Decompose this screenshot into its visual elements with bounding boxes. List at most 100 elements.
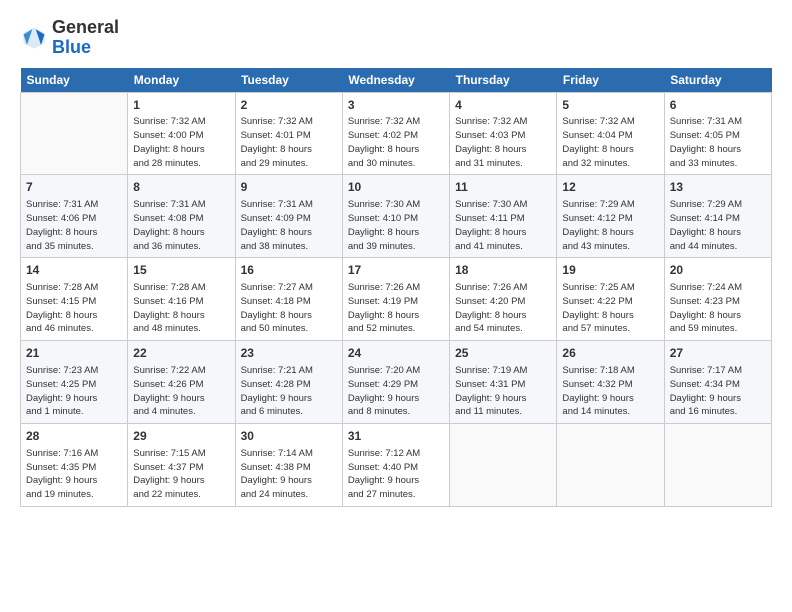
day-number: 28 <box>26 428 122 445</box>
day-info: Sunrise: 7:30 AM Sunset: 4:11 PM Dayligh… <box>455 198 551 253</box>
header-cell-friday: Friday <box>557 68 664 93</box>
day-info: Sunrise: 7:19 AM Sunset: 4:31 PM Dayligh… <box>455 364 551 419</box>
day-info: Sunrise: 7:21 AM Sunset: 4:28 PM Dayligh… <box>241 364 337 419</box>
day-info: Sunrise: 7:20 AM Sunset: 4:29 PM Dayligh… <box>348 364 444 419</box>
day-number: 14 <box>26 262 122 279</box>
week-row-3: 14 Sunrise: 7:28 AM Sunset: 4:15 PM Dayli… <box>21 258 772 341</box>
day-info: Sunrise: 7:32 AM Sunset: 4:04 PM Dayligh… <box>562 115 658 170</box>
calendar-cell: 22 Sunrise: 7:22 AM Sunset: 4:26 PM Dayli… <box>128 341 235 424</box>
day-number: 31 <box>348 428 444 445</box>
day-info: Sunrise: 7:22 AM Sunset: 4:26 PM Dayligh… <box>133 364 229 419</box>
day-info: Sunrise: 7:28 AM Sunset: 4:15 PM Dayligh… <box>26 281 122 336</box>
week-row-2: 7 Sunrise: 7:31 AM Sunset: 4:06 PM Daylig… <box>21 175 772 258</box>
day-info: Sunrise: 7:26 AM Sunset: 4:20 PM Dayligh… <box>455 281 551 336</box>
calendar-cell <box>664 424 771 507</box>
calendar-cell: 18 Sunrise: 7:26 AM Sunset: 4:20 PM Dayli… <box>450 258 557 341</box>
week-row-4: 21Sunrise: 7:23 AM Sunset: 4:25 PM Dayli… <box>21 341 772 424</box>
day-number: 23 <box>241 345 337 362</box>
header-cell-wednesday: Wednesday <box>342 68 449 93</box>
day-number: 17 <box>348 262 444 279</box>
calendar-cell: 12Sunrise: 7:29 AM Sunset: 4:12 PM Dayli… <box>557 175 664 258</box>
day-info: Sunrise: 7:15 AM Sunset: 4:37 PM Dayligh… <box>133 447 229 502</box>
day-number: 26 <box>562 345 658 362</box>
week-row-5: 28 Sunrise: 7:16 AM Sunset: 4:35 PM Dayli… <box>21 424 772 507</box>
day-number: 18 <box>455 262 551 279</box>
header-cell-saturday: Saturday <box>664 68 771 93</box>
logo-icon <box>20 24 48 52</box>
day-number: 11 <box>455 179 551 196</box>
calendar-cell: 14 Sunrise: 7:28 AM Sunset: 4:15 PM Dayli… <box>21 258 128 341</box>
header: General Blue <box>20 18 772 58</box>
calendar-cell: 17 Sunrise: 7:26 AM Sunset: 4:19 PM Dayli… <box>342 258 449 341</box>
calendar-cell: 15 Sunrise: 7:28 AM Sunset: 4:16 PM Dayli… <box>128 258 235 341</box>
calendar-cell: 1Sunrise: 7:32 AM Sunset: 4:00 PM Daylig… <box>128 92 235 175</box>
day-info: Sunrise: 7:16 AM Sunset: 4:35 PM Dayligh… <box>26 447 122 502</box>
calendar-cell: 25 Sunrise: 7:19 AM Sunset: 4:31 PM Dayli… <box>450 341 557 424</box>
day-number: 9 <box>241 179 337 196</box>
calendar-cell: 31 Sunrise: 7:12 AM Sunset: 4:40 PM Dayli… <box>342 424 449 507</box>
header-cell-tuesday: Tuesday <box>235 68 342 93</box>
day-info: Sunrise: 7:32 AM Sunset: 4:03 PM Dayligh… <box>455 115 551 170</box>
calendar-cell: 10 Sunrise: 7:30 AM Sunset: 4:10 PM Dayli… <box>342 175 449 258</box>
calendar-cell: 4Sunrise: 7:32 AM Sunset: 4:03 PM Daylig… <box>450 92 557 175</box>
calendar-cell: 3Sunrise: 7:32 AM Sunset: 4:02 PM Daylig… <box>342 92 449 175</box>
calendar-cell: 7 Sunrise: 7:31 AM Sunset: 4:06 PM Daylig… <box>21 175 128 258</box>
day-number: 10 <box>348 179 444 196</box>
day-number: 20 <box>670 262 766 279</box>
calendar-cell: 30Sunrise: 7:14 AM Sunset: 4:38 PM Dayli… <box>235 424 342 507</box>
calendar-cell: 20 Sunrise: 7:24 AM Sunset: 4:23 PM Dayli… <box>664 258 771 341</box>
calendar-cell: 11 Sunrise: 7:30 AM Sunset: 4:11 PM Dayli… <box>450 175 557 258</box>
day-info: Sunrise: 7:32 AM Sunset: 4:00 PM Dayligh… <box>133 115 229 170</box>
day-number: 4 <box>455 97 551 114</box>
day-info: Sunrise: 7:32 AM Sunset: 4:01 PM Dayligh… <box>241 115 337 170</box>
day-number: 6 <box>670 97 766 114</box>
calendar-cell: 19Sunrise: 7:25 AM Sunset: 4:22 PM Dayli… <box>557 258 664 341</box>
header-cell-monday: Monday <box>128 68 235 93</box>
day-number: 30 <box>241 428 337 445</box>
day-info: Sunrise: 7:31 AM Sunset: 4:06 PM Dayligh… <box>26 198 122 253</box>
day-info: Sunrise: 7:26 AM Sunset: 4:19 PM Dayligh… <box>348 281 444 336</box>
day-info: Sunrise: 7:31 AM Sunset: 4:08 PM Dayligh… <box>133 198 229 253</box>
day-info: Sunrise: 7:32 AM Sunset: 4:02 PM Dayligh… <box>348 115 444 170</box>
calendar-cell: 26 Sunrise: 7:18 AM Sunset: 4:32 PM Dayli… <box>557 341 664 424</box>
day-number: 19 <box>562 262 658 279</box>
calendar-cell: 24 Sunrise: 7:20 AM Sunset: 4:29 PM Dayli… <box>342 341 449 424</box>
day-number: 2 <box>241 97 337 114</box>
calendar-cell: 29Sunrise: 7:15 AM Sunset: 4:37 PM Dayli… <box>128 424 235 507</box>
week-row-1: 1Sunrise: 7:32 AM Sunset: 4:00 PM Daylig… <box>21 92 772 175</box>
calendar-cell: 28 Sunrise: 7:16 AM Sunset: 4:35 PM Dayli… <box>21 424 128 507</box>
day-info: Sunrise: 7:29 AM Sunset: 4:12 PM Dayligh… <box>562 198 658 253</box>
calendar-cell: 16 Sunrise: 7:27 AM Sunset: 4:18 PM Dayli… <box>235 258 342 341</box>
day-number: 27 <box>670 345 766 362</box>
day-info: Sunrise: 7:17 AM Sunset: 4:34 PM Dayligh… <box>670 364 766 419</box>
header-cell-thursday: Thursday <box>450 68 557 93</box>
day-number: 5 <box>562 97 658 114</box>
calendar-cell <box>21 92 128 175</box>
header-cell-sunday: Sunday <box>21 68 128 93</box>
day-number: 22 <box>133 345 229 362</box>
day-number: 25 <box>455 345 551 362</box>
day-number: 7 <box>26 179 122 196</box>
day-info: Sunrise: 7:30 AM Sunset: 4:10 PM Dayligh… <box>348 198 444 253</box>
day-info: Sunrise: 7:29 AM Sunset: 4:14 PM Dayligh… <box>670 198 766 253</box>
calendar-cell: 6Sunrise: 7:31 AM Sunset: 4:05 PM Daylig… <box>664 92 771 175</box>
calendar-cell: 8Sunrise: 7:31 AM Sunset: 4:08 PM Daylig… <box>128 175 235 258</box>
calendar-cell: 21Sunrise: 7:23 AM Sunset: 4:25 PM Dayli… <box>21 341 128 424</box>
calendar-cell: 13Sunrise: 7:29 AM Sunset: 4:14 PM Dayli… <box>664 175 771 258</box>
day-number: 15 <box>133 262 229 279</box>
calendar-cell: 9 Sunrise: 7:31 AM Sunset: 4:09 PM Daylig… <box>235 175 342 258</box>
day-info: Sunrise: 7:23 AM Sunset: 4:25 PM Dayligh… <box>26 364 122 419</box>
calendar-cell <box>557 424 664 507</box>
calendar-cell: 27 Sunrise: 7:17 AM Sunset: 4:34 PM Dayli… <box>664 341 771 424</box>
calendar-cell: 2Sunrise: 7:32 AM Sunset: 4:01 PM Daylig… <box>235 92 342 175</box>
day-info: Sunrise: 7:28 AM Sunset: 4:16 PM Dayligh… <box>133 281 229 336</box>
page: General Blue SundayMondayTuesdayWednesda… <box>0 0 792 612</box>
day-info: Sunrise: 7:18 AM Sunset: 4:32 PM Dayligh… <box>562 364 658 419</box>
day-info: Sunrise: 7:12 AM Sunset: 4:40 PM Dayligh… <box>348 447 444 502</box>
day-number: 16 <box>241 262 337 279</box>
day-info: Sunrise: 7:31 AM Sunset: 4:09 PM Dayligh… <box>241 198 337 253</box>
day-info: Sunrise: 7:24 AM Sunset: 4:23 PM Dayligh… <box>670 281 766 336</box>
calendar-cell <box>450 424 557 507</box>
day-number: 24 <box>348 345 444 362</box>
day-info: Sunrise: 7:27 AM Sunset: 4:18 PM Dayligh… <box>241 281 337 336</box>
